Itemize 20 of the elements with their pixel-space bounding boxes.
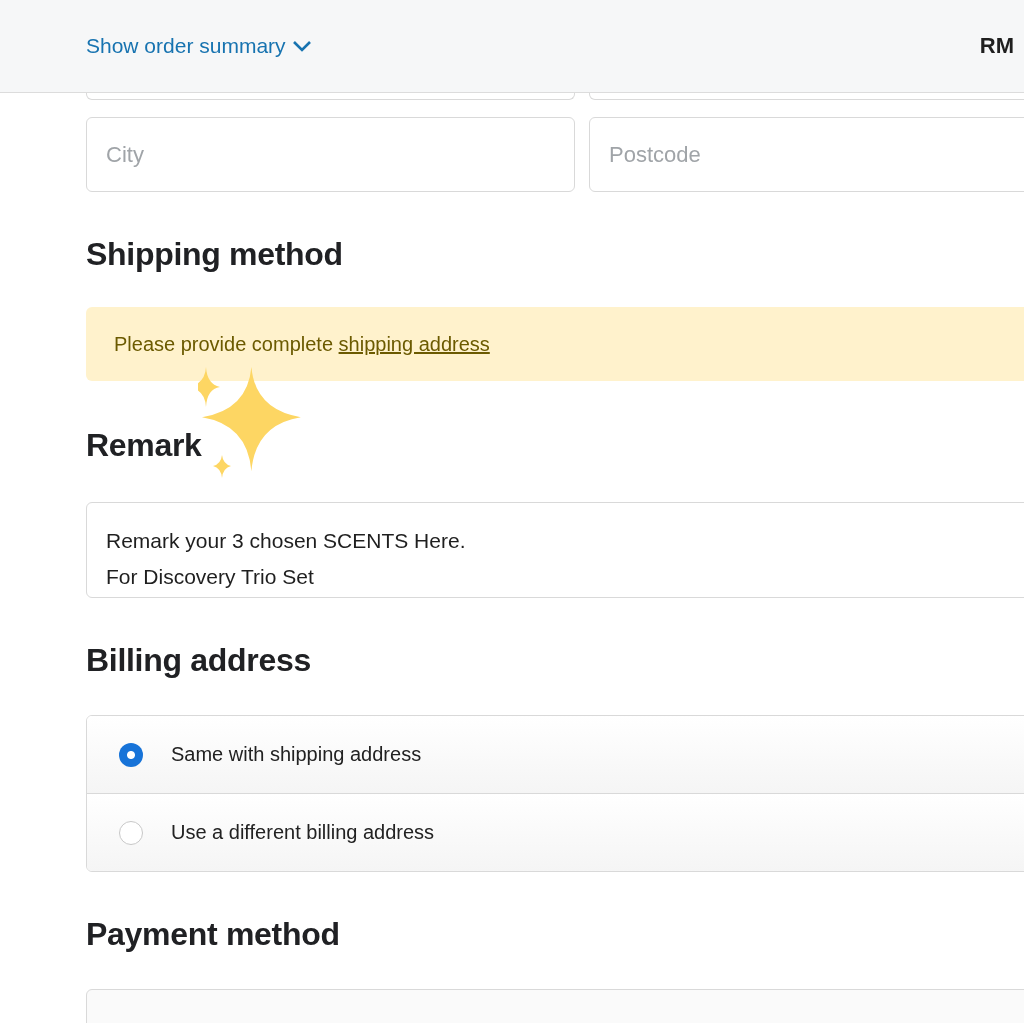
shipping-address-link[interactable]: shipping address xyxy=(338,332,490,355)
section-title: Shipping method xyxy=(86,236,344,273)
chevron-down-icon xyxy=(291,39,312,53)
billing-option[interactable]: Same with shipping address xyxy=(87,716,1024,793)
section-title: Payment method xyxy=(86,916,341,953)
option-label: Use a different billing address xyxy=(171,821,435,844)
section-title: Remark xyxy=(86,426,202,464)
order-summary-link[interactable]: Show order summary xyxy=(86,34,312,58)
radio-button[interactable] xyxy=(119,742,143,767)
section-title: Billing address xyxy=(86,642,312,679)
order-total: RM xyxy=(979,33,1014,59)
input-field[interactable]: Postcode xyxy=(589,117,1024,192)
input-field[interactable] xyxy=(589,93,1024,100)
input-field[interactable] xyxy=(86,93,575,100)
remark-field[interactable]: Remark your 3 chosen SCENTS Here. For Discovery Trio Set xyxy=(86,502,1024,598)
billing-option[interactable]: Use a different billing address xyxy=(87,793,1024,871)
notice-text: Please provide complete shipping address xyxy=(114,332,490,356)
radio-button[interactable] xyxy=(119,820,143,845)
input-field[interactable]: City xyxy=(86,117,575,192)
option-label: Same with shipping address xyxy=(171,743,422,766)
